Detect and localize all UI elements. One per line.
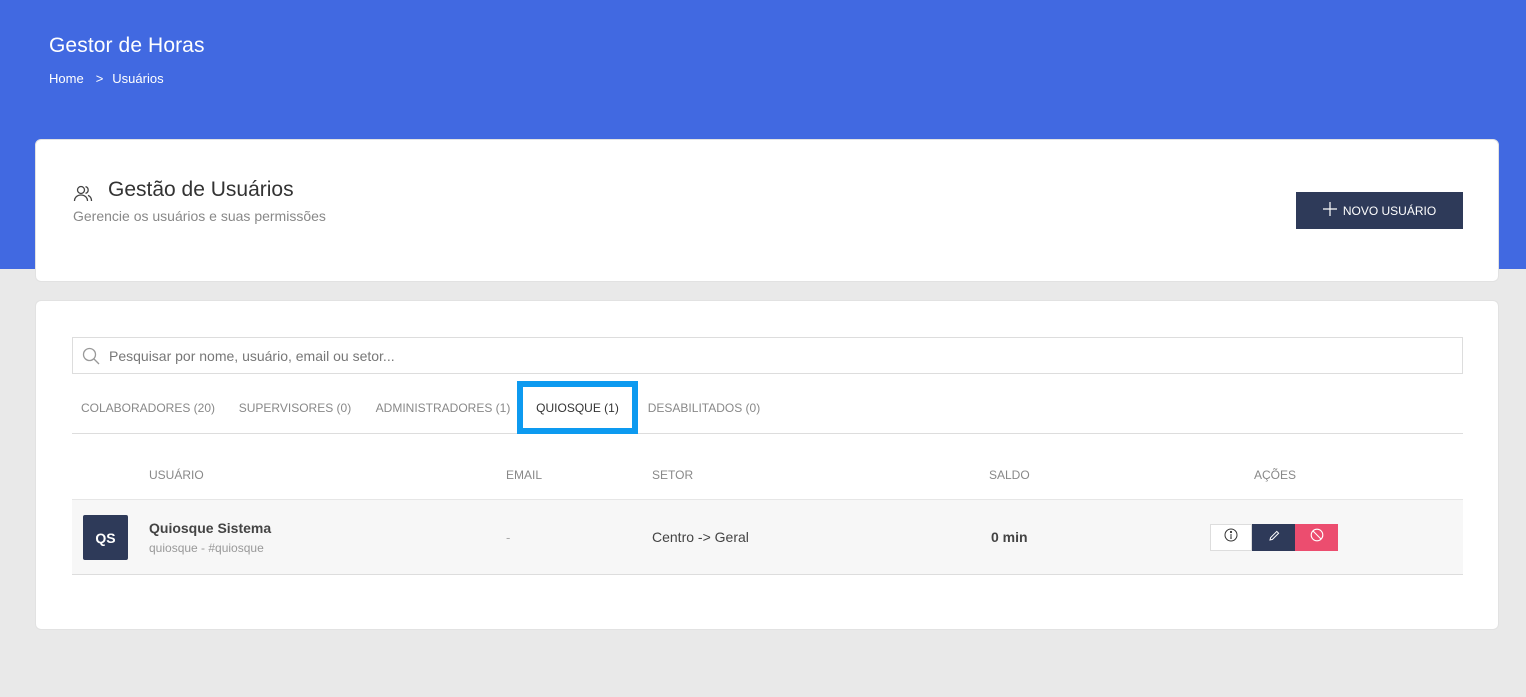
column-balance: SALDO <box>989 468 1030 482</box>
new-user-button[interactable]: NOVO USUÁRIO <box>1296 192 1463 229</box>
column-sector: SETOR <box>652 468 694 482</box>
info-icon <box>1224 528 1238 547</box>
user-name: Quiosque Sistema <box>149 520 272 536</box>
new-user-label: NOVO USUÁRIO <box>1342 203 1437 218</box>
search-input[interactable] <box>100 338 1462 373</box>
tab-desabilitados[interactable]: DESABILITADOS (0) <box>640 381 768 434</box>
app-title: Gestor de Horas <box>49 34 205 57</box>
disable-button[interactable] <box>1295 524 1338 551</box>
breadcrumb-separator: > <box>95 71 104 86</box>
edit-button[interactable] <box>1252 524 1295 551</box>
tab-administradores[interactable]: ADMINISTRADORES (1) <box>368 381 518 434</box>
tab-colaboradores[interactable]: COLABORADORES (20) <box>72 381 224 434</box>
user-sector: Centro -> Geral <box>652 529 749 545</box>
column-actions: AÇÕES <box>1254 468 1297 482</box>
breadcrumb: Home > Usuários <box>49 71 164 86</box>
avatar: QS <box>83 515 128 560</box>
block-icon <box>1310 528 1324 547</box>
column-user: USUÁRIO <box>149 468 204 482</box>
plus-icon <box>1322 200 1337 220</box>
users-list-card: COLABORADORES (20) SUPERVISORES (0) ADMI… <box>35 300 1499 630</box>
breadcrumb-home[interactable]: Home <box>49 71 84 86</box>
search-box <box>72 337 1463 374</box>
breadcrumb-current: Usuários <box>112 71 164 86</box>
user-handle: quiosque - #quiosque <box>149 541 264 555</box>
column-email: EMAIL <box>506 468 543 482</box>
tab-quiosque[interactable]: QUIOSQUE (1) <box>517 381 638 434</box>
row-actions <box>1210 524 1338 551</box>
pencil-icon <box>1268 529 1280 547</box>
user-tabs: COLABORADORES (20) SUPERVISORES (0) ADMI… <box>72 381 1463 434</box>
header-card: Gestão de Usuários Gerencie os usuários … <box>35 139 1499 282</box>
table-header: USUÁRIO EMAIL SETOR SALDO AÇÕES <box>72 456 1463 500</box>
info-button[interactable] <box>1210 524 1252 551</box>
user-balance: 0 min <box>991 529 1028 545</box>
page-subtitle: Gerencie os usuários e suas permissões <box>73 208 326 224</box>
search-icon <box>82 347 100 365</box>
tab-supervisores[interactable]: SUPERVISORES (0) <box>232 381 358 434</box>
users-icon <box>73 183 93 203</box>
table-row: QS Quiosque Sistema quiosque - #quiosque… <box>72 500 1463 575</box>
page-title: Gestão de Usuários <box>108 178 294 201</box>
user-email: - <box>506 530 511 545</box>
